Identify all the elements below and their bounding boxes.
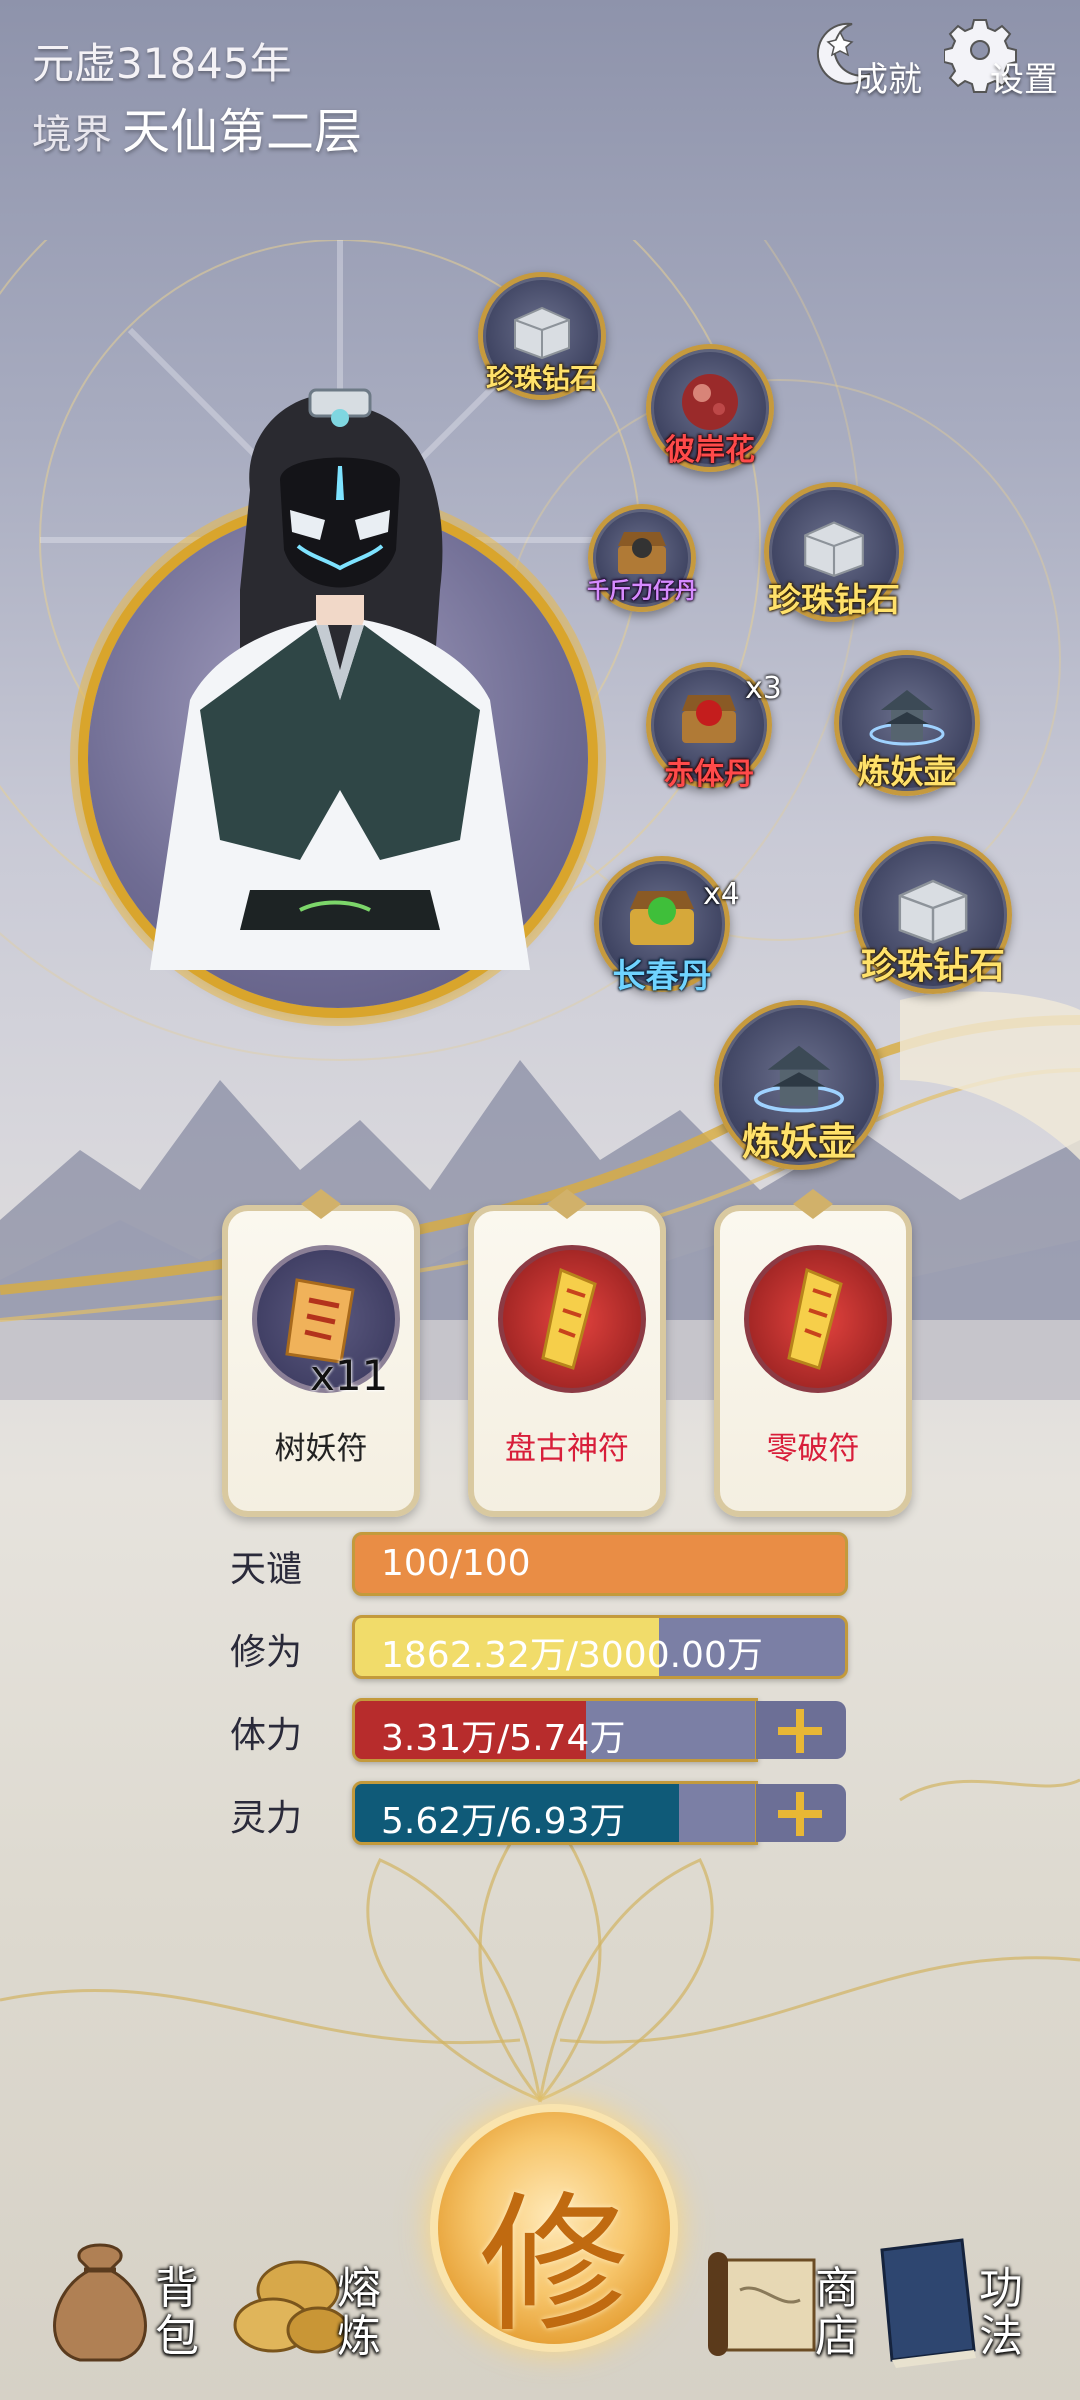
- talisman-emblem: [498, 1245, 646, 1393]
- settings-label: 设置: [990, 60, 1058, 100]
- cultivator-character[interactable]: [130, 370, 550, 970]
- plus-icon: [778, 1709, 822, 1753]
- talisman-card-tree-demon[interactable]: x11 树妖符: [222, 1189, 420, 1517]
- nav-shop-label-top: 商: [815, 2263, 859, 2314]
- diamond-ornament-icon: [301, 1189, 341, 1219]
- stat-label-stamina: 体力: [230, 1715, 303, 1756]
- book-icon: [880, 2238, 976, 2368]
- talisman-emblem: [744, 1245, 892, 1393]
- loot-item-pearl-diamond-2[interactable]: 珍珠钻石: [764, 482, 904, 622]
- achievements-label: 成就: [854, 60, 922, 100]
- money-bag-icon: [53, 2243, 147, 2362]
- cultivate-glyph: 修: [478, 2179, 629, 2353]
- loot-name: 彼岸花: [665, 433, 755, 468]
- loot-item-demon-pot-1[interactable]: 炼妖壶: [834, 650, 980, 796]
- spirit-bar: 5.62万/6.93万: [352, 1781, 758, 1845]
- bar-value: 3.31万/5.74万: [381, 1718, 626, 1759]
- green-pill-chest-icon: [630, 890, 694, 945]
- pearl-diamond-chest-icon: [804, 520, 864, 577]
- nav-bag-button[interactable]: 背 包: [40, 2230, 210, 2380]
- realm-label: 境界: [32, 112, 112, 158]
- stat-label-spirit: 灵力: [230, 1798, 303, 1839]
- loot-name: 赤体丹: [664, 757, 754, 792]
- nav-smelt-label-top: 熔: [337, 2263, 381, 2314]
- talisman-quantity: x11: [310, 1351, 389, 1400]
- add-spirit-button[interactable]: [756, 1784, 846, 1842]
- nav-shop-button[interactable]: 商 店: [700, 2230, 870, 2380]
- stat-label-cultivation: 修为: [230, 1632, 303, 1673]
- nav-skills-label-bottom: 法: [979, 2311, 1023, 2362]
- golden-talisman-icon: [541, 1267, 597, 1370]
- scroll-map-icon: [708, 2252, 816, 2356]
- nav-skills-button[interactable]: 功 法: [862, 2230, 1052, 2380]
- diamond-ornament-icon: [793, 1189, 833, 1219]
- cultivation-bar: 1862.32万/3000.00万: [352, 1615, 848, 1679]
- loot-item-demon-pot-2[interactable]: 炼妖壶: [714, 1000, 884, 1170]
- loot-item-bian-flower[interactable]: 彼岸花: [646, 344, 774, 472]
- nav-smelt-label-bottom: 炼: [337, 2311, 381, 2362]
- bar-value: 5.62万/6.93万: [381, 1801, 626, 1842]
- dark-pill-chest-icon: [618, 532, 666, 575]
- loot-quantity: x4: [703, 877, 740, 912]
- bar-value: 100/100: [381, 1543, 531, 1584]
- pearl-diamond-chest-icon: [898, 879, 968, 944]
- plus-icon: [778, 1792, 822, 1836]
- nav-shop-label-bottom: 店: [815, 2311, 859, 2362]
- loot-quantity: x3: [745, 671, 782, 706]
- loot-item-eternal-spring-pill[interactable]: x4 长春丹: [594, 856, 740, 995]
- golden-talisman-icon: [787, 1267, 843, 1370]
- talisman-name: 树妖符: [274, 1431, 368, 1467]
- talisman-name: 盘古神符: [505, 1431, 629, 1467]
- stamina-bar: 3.31万/5.74万: [352, 1698, 758, 1762]
- heavenly-punishment-bar: 100/100: [352, 1532, 848, 1596]
- loot-item-red-body-pill[interactable]: x3 赤体丹: [646, 662, 782, 792]
- pearl-diamond-chest-icon: [514, 306, 570, 360]
- add-stamina-button[interactable]: [756, 1701, 846, 1759]
- loot-item-strength-pill[interactable]: 千斤力仔丹: [587, 504, 697, 612]
- loot-item-pearl-diamond-1[interactable]: 珍珠钻石: [478, 272, 606, 400]
- red-pill-chest-icon: [682, 695, 736, 744]
- loot-name: 炼妖壶: [741, 1120, 856, 1164]
- bar-value: 1862.32万/3000.00万: [381, 1635, 763, 1676]
- loot-name: 千斤力仔丹: [586, 579, 697, 604]
- nav-skills-label-top: 功: [979, 2263, 1023, 2314]
- diamond-ornament-icon: [547, 1189, 587, 1219]
- achievements-button[interactable]: 成就: [812, 14, 932, 100]
- nav-bag-label-top: 背: [155, 2263, 199, 2314]
- loot-item-pearl-diamond-3[interactable]: 珍珠钻石: [854, 836, 1012, 994]
- loot-name: 长春丹: [612, 956, 712, 995]
- settings-button[interactable]: 设置: [944, 14, 1064, 100]
- era-year-label: 元虚31845年: [32, 39, 292, 88]
- nav-bag-label-bottom: 包: [155, 2311, 199, 2362]
- loot-name: 珍珠钻石: [768, 580, 900, 619]
- realm-value: 天仙第二层: [122, 104, 363, 160]
- loot-name: 珍珠钻石: [860, 946, 1005, 987]
- loot-name: 珍珠钻石: [485, 362, 598, 395]
- loot-name: 炼妖壶: [857, 752, 957, 791]
- talisman-card-pangu[interactable]: 盘古神符: [468, 1189, 666, 1517]
- talisman-name: 零破符: [766, 1431, 860, 1467]
- talisman-card-zero-break[interactable]: 零破符: [714, 1189, 912, 1517]
- cultivate-button[interactable]: 修: [438, 2112, 670, 2353]
- nav-smelt-button[interactable]: 熔 炼: [228, 2230, 398, 2380]
- stat-label-heavenly-punishment: 天谴: [230, 1549, 303, 1590]
